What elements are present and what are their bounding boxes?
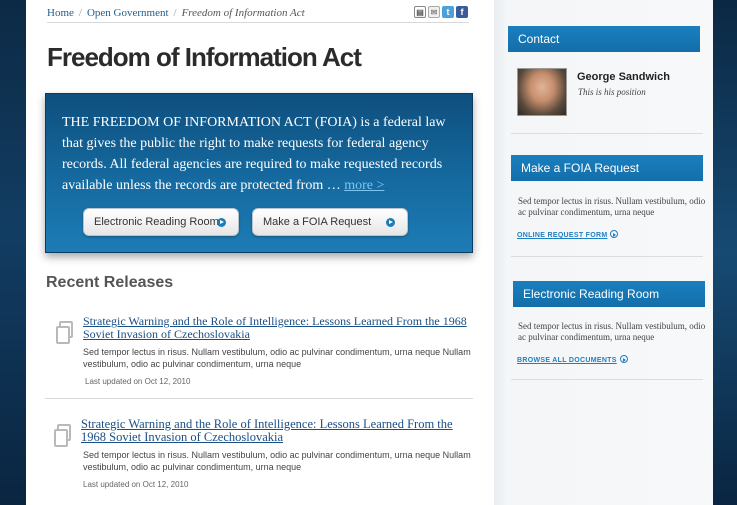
arrow-right-icon (619, 355, 628, 363)
release-title-link[interactable]: Strategic Warning and the Role of Intell… (81, 418, 473, 444)
breadcrumb-section-link[interactable]: Open Government (87, 7, 169, 19)
breadcrumb-home-link[interactable]: Home (47, 7, 74, 19)
online-request-form-link[interactable]: ONLINE REQUEST FORM (517, 230, 619, 239)
document-icon (56, 321, 73, 344)
release-date: Last updated on Oct 12, 2010 (85, 377, 191, 386)
release-date: Last updated on Oct 12, 2010 (83, 480, 189, 489)
reading-room-button[interactable]: Electronic Reading Room (83, 208, 239, 236)
browse-all-documents-label: BROWSE ALL DOCUMENTS (517, 357, 617, 364)
foia-request-button[interactable]: Make a FOIA Request (252, 208, 408, 236)
release-title-link[interactable]: Strategic Warning and the Role of Intell… (83, 315, 475, 341)
main-content: Home / Open Government / Freedom of Informat… (26, 0, 494, 505)
share-toolbar: ▤ ✉ t f (414, 6, 468, 18)
breadcrumb: Home / Open Government / Freedom of Informat… (47, 7, 469, 23)
breadcrumb-current: Freedom of Information Act (181, 7, 305, 19)
contact-header: Contact (508, 26, 700, 52)
arrow-right-icon (386, 218, 395, 227)
foia-request-description: Sed tempor lectus in risus. Nullam vesti… (518, 196, 706, 217)
page: Home / Open Government / Freedom of Informat… (26, 0, 713, 505)
breadcrumb-separator: / (173, 7, 177, 19)
release-description: Sed tempor lectus in risus. Nullam vesti… (83, 347, 471, 369)
release-description: Sed tempor lectus in risus. Nullam vesti… (83, 450, 471, 472)
contact-name: George Sandwich (577, 71, 670, 83)
arrow-right-icon (610, 230, 619, 238)
recent-releases-title: Recent Releases (46, 274, 174, 291)
arrow-right-icon (217, 218, 226, 227)
foia-request-button-label: Make a FOIA Request (263, 216, 372, 228)
reading-room-button-label: Electronic Reading Room (94, 216, 219, 228)
divider (45, 398, 473, 399)
breadcrumb-separator: / (78, 7, 82, 19)
browse-all-documents-link[interactable]: BROWSE ALL DOCUMENTS (517, 355, 628, 364)
contact-position: This is his position (578, 87, 646, 97)
twitter-icon[interactable]: t (442, 6, 454, 18)
sidebar-divider (511, 133, 703, 134)
intro-box: THE FREEDOM OF INFORMATION ACT (FOIA) is… (45, 93, 473, 253)
facebook-icon[interactable]: f (456, 6, 468, 18)
intro-body: THE FREEDOM OF INFORMATION ACT (FOIA) is… (62, 115, 446, 193)
sidebar: Contact George Sandwich This is his posi… (494, 0, 713, 505)
release-item: Strategic Warning and the Role of Intell… (46, 418, 472, 498)
printer-icon[interactable]: ▤ (414, 6, 426, 18)
background-left (0, 0, 26, 505)
online-request-form-label: ONLINE REQUEST FORM (517, 232, 608, 239)
intro-text: THE FREEDOM OF INFORMATION ACT (FOIA) is… (62, 112, 462, 196)
document-icon (54, 424, 71, 447)
contact-avatar (517, 68, 567, 116)
foia-request-header: Make a FOIA Request (511, 155, 703, 181)
envelope-icon[interactable]: ✉ (428, 6, 440, 18)
release-item: Strategic Warning and the Role of Intell… (46, 315, 472, 395)
reading-room-header: Electronic Reading Room (513, 281, 705, 307)
background-right (713, 0, 737, 505)
reading-room-description: Sed tempor lectus in risus. Nullam vesti… (518, 321, 706, 342)
more-link[interactable]: more > (344, 178, 384, 193)
sidebar-divider (511, 256, 703, 257)
page-title: Freedom of Information Act (47, 42, 362, 72)
sidebar-divider (511, 379, 703, 380)
